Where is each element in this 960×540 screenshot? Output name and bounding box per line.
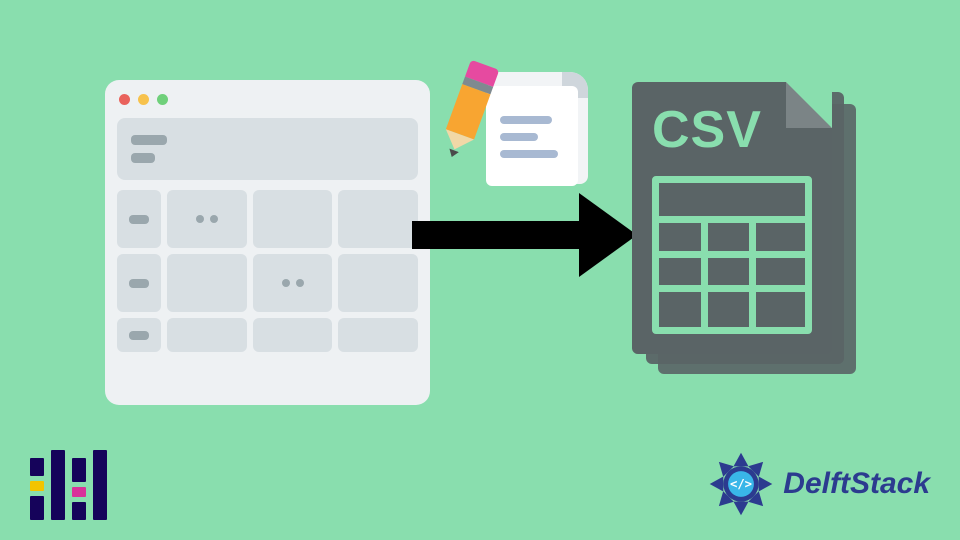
spreadsheet-grid [117, 190, 418, 352]
spreadsheet-header-panel [117, 118, 418, 180]
row-label [117, 318, 161, 352]
minimize-dot-icon [138, 94, 149, 105]
close-dot-icon [119, 94, 130, 105]
pandas-logo-icon [30, 438, 104, 520]
csv-table-icon [652, 176, 812, 334]
cell [167, 318, 247, 352]
window-titlebar [105, 80, 430, 118]
cell [338, 190, 418, 248]
row-label [117, 254, 161, 312]
cell [253, 318, 333, 352]
header-line-icon [131, 153, 155, 163]
brand-name: DelftStack [783, 467, 930, 501]
svg-text:</>: </> [730, 477, 752, 491]
csv-label: CSV [652, 100, 762, 160]
maximize-dot-icon [157, 94, 168, 105]
table-row [117, 190, 418, 248]
table-row [117, 318, 418, 352]
header-line-icon [131, 135, 167, 145]
csv-file-stack-icon: CSV [632, 82, 857, 382]
table-row [117, 254, 418, 312]
cell [338, 254, 418, 312]
note-page-icon [486, 86, 578, 186]
delftstack-brand: </> DelftStack [707, 450, 930, 518]
cell [167, 190, 247, 248]
cell [253, 254, 333, 312]
cell [338, 318, 418, 352]
row-label [117, 190, 161, 248]
cell [167, 254, 247, 312]
spreadsheet-window-icon [105, 80, 430, 405]
notepad-pencil-icon [448, 72, 588, 202]
arrow-right-icon [412, 205, 637, 265]
csv-file-front-icon: CSV [632, 82, 832, 354]
delftstack-logo-icon: </> [707, 450, 775, 518]
cell [253, 190, 333, 248]
